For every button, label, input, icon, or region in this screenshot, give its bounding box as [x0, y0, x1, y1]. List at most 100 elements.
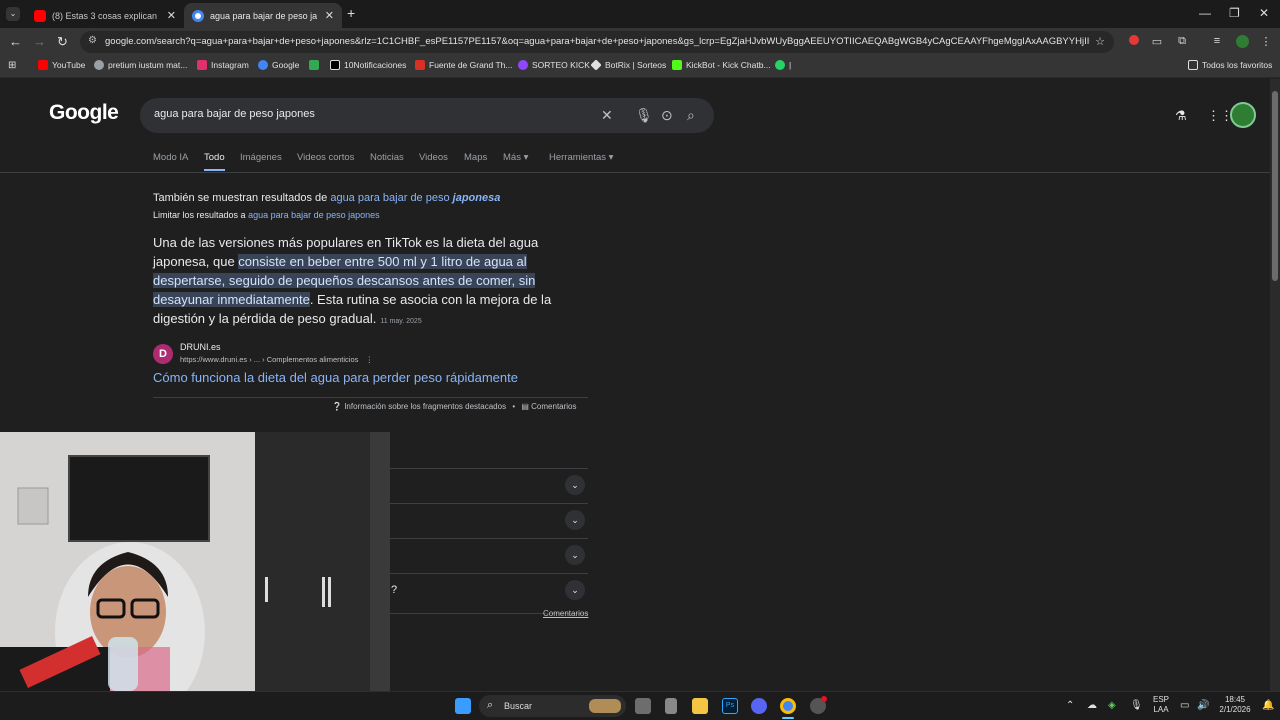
- bookmark-label: Google: [272, 60, 300, 70]
- source-name[interactable]: DRUNI.es: [180, 342, 221, 352]
- notifications-icon[interactable]: 🔔: [1262, 700, 1274, 711]
- tray-shield-icon[interactable]: ◈: [1108, 700, 1116, 711]
- file-explorer-icon[interactable]: [692, 698, 708, 714]
- network-icon[interactable]: ▭: [1180, 700, 1189, 711]
- tab-imagenes[interactable]: Imágenes: [240, 152, 282, 163]
- clock[interactable]: 18:45 2/1/2026: [1214, 695, 1256, 715]
- tab-title: (8) Estas 3 cosas explican por q: [52, 10, 159, 21]
- taskbar-search[interactable]: ⌕ Buscar: [479, 695, 626, 717]
- tab-videos[interactable]: Videos: [419, 152, 448, 163]
- close-icon[interactable]: ✕: [325, 9, 334, 22]
- clear-icon[interactable]: ✕: [601, 107, 613, 124]
- bookmark-sorteo-kick[interactable]: SORTEO KICK: [518, 60, 590, 70]
- scrollbar-thumb[interactable]: [1272, 91, 1278, 281]
- chevron-down-icon[interactable]: ⌄: [565, 510, 585, 530]
- google-icon: [258, 60, 268, 70]
- chevron-down-icon: ▾: [608, 152, 614, 163]
- tray-app-icon[interactable]: ☁: [1087, 700, 1097, 711]
- tab-maps[interactable]: Maps: [464, 152, 487, 163]
- tab-search-button[interactable]: ⌄: [6, 7, 20, 21]
- volume-icon[interactable]: 🔊: [1197, 700, 1209, 711]
- about-snippets-link[interactable]: Información sobre los fragmentos destaca…: [344, 402, 506, 411]
- search-icon[interactable]: ⌕: [687, 107, 695, 124]
- snippet-date: 11 may. 2025: [380, 318, 422, 325]
- all-bookmarks-folder[interactable]: Todos los favoritos: [1188, 60, 1272, 70]
- profile-avatar[interactable]: [1235, 35, 1249, 49]
- labs-flask-icon[interactable]: ⚗: [1175, 108, 1187, 124]
- taskbar-search-label: Buscar: [504, 701, 533, 711]
- search-input[interactable]: agua para bajar de peso japones: [154, 108, 315, 120]
- youtube-icon: [34, 9, 46, 22]
- chevron-down-icon[interactable]: ⌄: [565, 580, 585, 600]
- media-controls-icon[interactable]: ≡: [1210, 35, 1224, 49]
- apps-grid-icon[interactable]: ⊞: [8, 60, 16, 71]
- faq-question-partial[interactable]: ?: [391, 584, 397, 596]
- extensions-puzzle-icon[interactable]: ⧉: [1175, 35, 1189, 49]
- app-icon[interactable]: [665, 698, 677, 714]
- more-menu-icon[interactable]: ⋮: [1259, 35, 1273, 49]
- bookmark-star-icon[interactable]: ☆: [1093, 35, 1107, 49]
- bookmark-label: YouTube: [52, 60, 86, 70]
- forward-icon[interactable]: →: [33, 34, 46, 49]
- result-title-link[interactable]: Cómo funciona la dieta del agua para per…: [153, 370, 518, 385]
- bookmark-label: KickBot - Kick Chatb...: [686, 60, 771, 70]
- bookmark-youtube[interactable]: YouTube: [38, 60, 85, 70]
- bookmark-x[interactable]: 10Notificaciones: [330, 60, 406, 70]
- back-icon[interactable]: ←: [9, 34, 22, 49]
- photoshop-icon[interactable]: Ps: [722, 698, 738, 714]
- faq-feedback-link[interactable]: Comentarios: [543, 609, 588, 618]
- vertical-scrollbar[interactable]: [1270, 79, 1280, 691]
- extension-icon[interactable]: ▭: [1150, 35, 1164, 49]
- bookmark-pretium[interactable]: pretium iustum mat...: [94, 60, 187, 70]
- bookmark-pinwheel[interactable]: [309, 60, 323, 70]
- limit-link[interactable]: agua para bajar de peso japones: [248, 210, 380, 220]
- reload-icon[interactable]: ↻: [57, 34, 68, 50]
- tab-herramientas[interactable]: Herramientas ▾: [549, 152, 613, 163]
- bookmark-kickbot[interactable]: KickBot - Kick Chatb...: [672, 60, 771, 70]
- source-favicon[interactable]: D: [153, 344, 173, 364]
- tab-noticias[interactable]: Noticias: [370, 152, 404, 163]
- tab-modo-ia[interactable]: Modo IA: [153, 152, 188, 163]
- bookmark-instagram[interactable]: Instagram: [197, 60, 249, 70]
- discord-icon[interactable]: [751, 698, 767, 714]
- extension-record-icon[interactable]: [1127, 35, 1141, 49]
- google-logo[interactable]: Google: [49, 101, 119, 125]
- tab-todo[interactable]: Todo: [204, 152, 225, 163]
- webcam-image: [0, 432, 390, 691]
- globe-icon: [94, 60, 104, 70]
- more-options-icon[interactable]: ⋮: [366, 355, 374, 364]
- microphone-icon[interactable]: 🎙: [635, 107, 653, 124]
- tab-google-search[interactable]: agua para bajar de peso japone ✕: [184, 3, 342, 28]
- bookmark-whatsapp[interactable]: |: [775, 60, 791, 70]
- new-tab-button[interactable]: +: [347, 5, 355, 21]
- chrome-icon[interactable]: [780, 698, 796, 714]
- tab-strip: ⌄ (8) Estas 3 cosas explican por q ✕ agu…: [0, 0, 1280, 28]
- tab-mas[interactable]: Más ▾: [503, 152, 528, 163]
- address-bar[interactable]: ⚙ google.com/search?q=agua+para+bajar+de…: [80, 31, 1114, 53]
- bookmark-google[interactable]: Google: [258, 60, 299, 70]
- close-icon[interactable]: ✕: [167, 9, 176, 22]
- url-text[interactable]: google.com/search?q=agua+para+bajar+de+p…: [105, 36, 1090, 47]
- minimize-icon[interactable]: —: [1199, 6, 1211, 20]
- close-window-icon[interactable]: ✕: [1259, 6, 1269, 20]
- feedback-icon: ▤: [521, 402, 529, 411]
- windows-start-icon[interactable]: [455, 698, 471, 714]
- chevron-down-icon[interactable]: ⌄: [565, 475, 585, 495]
- chevron-up-icon[interactable]: ⌃: [1066, 700, 1074, 711]
- spell-link[interactable]: agua para bajar de peso japonesa: [330, 192, 500, 204]
- account-avatar[interactable]: [1230, 102, 1256, 128]
- source-url[interactable]: https://www.druni.es › ... › Complemento…: [180, 355, 373, 364]
- task-view-icon[interactable]: [635, 698, 651, 714]
- search-box[interactable]: agua para bajar de peso japones ✕ 🎙 ⊙ ⌕: [140, 98, 714, 133]
- language-indicator[interactable]: ESP LAA: [1150, 695, 1172, 715]
- bookmark-botrix[interactable]: BotRix | Sorteos: [590, 59, 666, 71]
- feedback-link[interactable]: Comentarios: [531, 402, 576, 411]
- site-info-icon[interactable]: ⚙: [88, 35, 97, 46]
- lens-icon[interactable]: ⊙: [661, 107, 673, 124]
- chevron-down-icon[interactable]: ⌄: [565, 545, 585, 565]
- microphone-icon[interactable]: 🎙: [1130, 700, 1143, 711]
- tab-youtube[interactable]: (8) Estas 3 cosas explican por q ✕: [26, 3, 184, 28]
- bookmark-grand-theft[interactable]: Fuente de Grand Th...: [415, 60, 512, 70]
- tab-videos-cortos[interactable]: Videos cortos: [297, 152, 354, 163]
- restore-icon[interactable]: ❐: [1229, 6, 1240, 20]
